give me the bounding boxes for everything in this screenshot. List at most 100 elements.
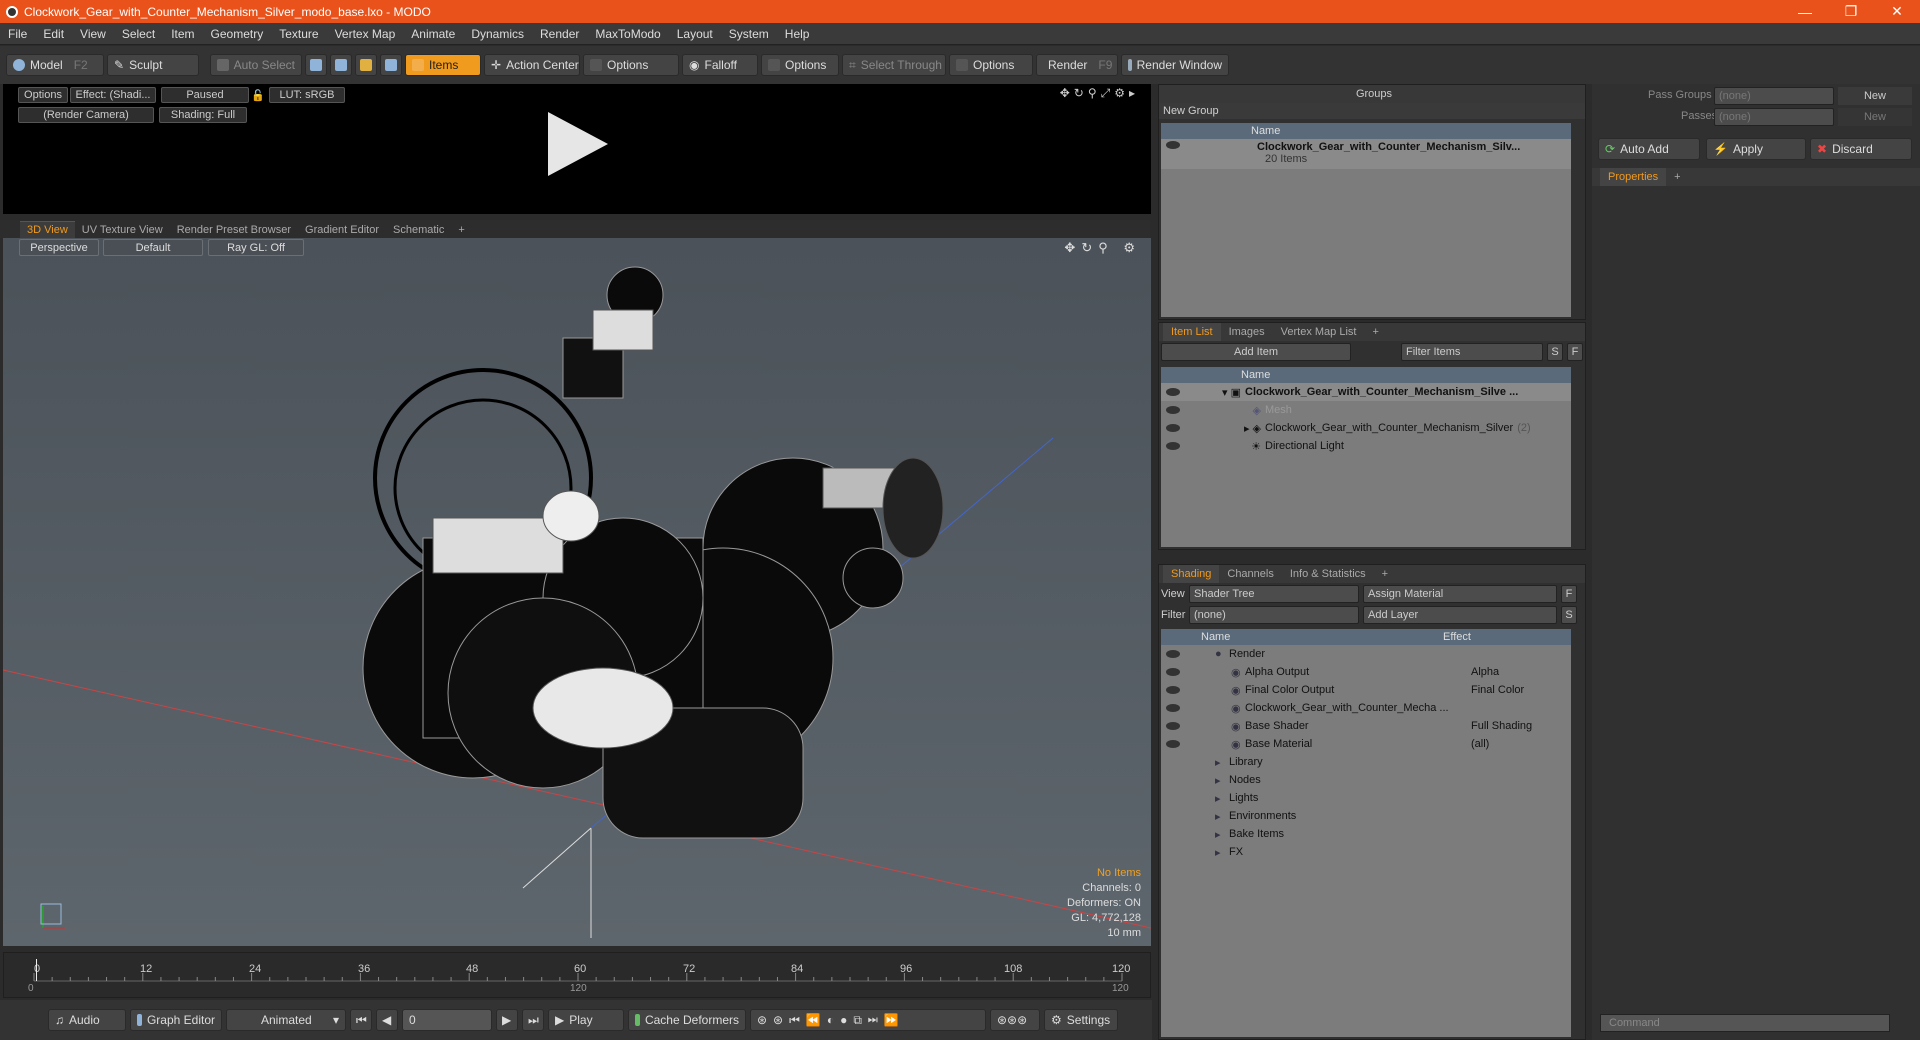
filter-s-button[interactable]: S: [1547, 343, 1563, 361]
list-item[interactable]: ▾ ▣ Clockwork_Gear_with_Counter_Mechanism…: [1161, 383, 1571, 401]
menu-animate[interactable]: Animate: [403, 27, 463, 41]
visibility-eye-icon[interactable]: [1166, 388, 1180, 396]
render-window-button[interactable]: Render Window: [1121, 54, 1229, 76]
visibility-eye-icon[interactable]: [1166, 722, 1180, 730]
menu-system[interactable]: System: [721, 27, 777, 41]
polygons-mode-button[interactable]: [355, 54, 377, 76]
expand-arrow-icon[interactable]: ▾ ▣: [1185, 386, 1245, 399]
play-button[interactable]: ▶ Play: [548, 1009, 624, 1031]
motion-tools-button[interactable]: ⊛⊛⊛: [990, 1009, 1040, 1031]
menu-view[interactable]: View: [72, 27, 114, 41]
next-frame-button[interactable]: ▶: [496, 1009, 518, 1031]
tab-render-preset-browser[interactable]: Render Preset Browser: [170, 221, 298, 238]
playhead[interactable]: [36, 959, 37, 981]
visibility-eye-icon[interactable]: [1166, 704, 1180, 712]
pass-groups-dropdown[interactable]: (none): [1714, 87, 1834, 105]
maximize-button[interactable]: ❐: [1828, 0, 1874, 23]
new-pass-group-button[interactable]: New: [1838, 87, 1912, 105]
tab-shading[interactable]: Shading: [1163, 565, 1220, 583]
action-center-options-button[interactable]: Options: [583, 54, 679, 76]
tab-properties[interactable]: Properties: [1600, 168, 1667, 186]
menu-geometry[interactable]: Geometry: [203, 27, 272, 41]
visibility-eye-icon[interactable]: [1166, 650, 1180, 658]
items-mode-button[interactable]: Items: [405, 54, 481, 76]
render-view-controls[interactable]: ✥↻⚲⤢⚙▸: [1060, 86, 1139, 101]
select-through-options-button[interactable]: Options: [949, 54, 1033, 76]
shader-tree-row[interactable]: ◉ Clockwork_Gear_with_Counter_Mecha ...: [1161, 699, 1571, 717]
shader-tree-row[interactable]: ▸ Bake Items: [1161, 825, 1571, 843]
visibility-eye-icon[interactable]: [1166, 668, 1180, 676]
render-button[interactable]: Render F9: [1036, 54, 1118, 76]
timeline[interactable]: 0 12 24 36 48 60 72 84 96 108 120 0 120 …: [3, 952, 1151, 998]
menu-maxtomodo[interactable]: MaxToModo: [587, 27, 668, 41]
passes-dropdown[interactable]: (none): [1714, 108, 1834, 126]
tab-item-list[interactable]: Item List: [1163, 323, 1221, 341]
group-row[interactable]: Clockwork_Gear_with_Counter_Mechanism_Si…: [1161, 139, 1571, 169]
assign-material-button[interactable]: Assign Material: [1363, 584, 1557, 603]
expand-arrow-icon[interactable]: ▸ ◈: [1185, 422, 1265, 435]
add-tab-button[interactable]: +: [451, 221, 471, 238]
command-input[interactable]: Command: [1600, 1014, 1890, 1032]
materials-mode-button[interactable]: [380, 54, 402, 76]
close-button[interactable]: ✕: [1874, 0, 1920, 23]
list-item[interactable]: ▸ ◈ Clockwork_Gear_with_Counter_Mechanism…: [1161, 419, 1571, 437]
minimize-button[interactable]: —: [1782, 0, 1828, 23]
shader-tree-row[interactable]: ▸ Lights: [1161, 789, 1571, 807]
tab-images[interactable]: Images: [1221, 323, 1273, 341]
list-item[interactable]: ☀ Directional Light: [1161, 437, 1571, 455]
falloff-button[interactable]: ◉ Falloff: [682, 54, 758, 76]
paused-button[interactable]: Paused: [161, 87, 249, 103]
auto-select-button[interactable]: Auto Select: [210, 54, 302, 76]
prev-frame-button[interactable]: ◀: [376, 1009, 398, 1031]
shader-tree-row[interactable]: ◉ Final Color Output Final Color: [1161, 681, 1571, 699]
menu-dynamics[interactable]: Dynamics: [463, 27, 532, 41]
tab-gradient-editor[interactable]: Gradient Editor: [298, 221, 386, 238]
action-center-button[interactable]: ✛ Action Center: [484, 54, 580, 76]
3d-viewport[interactable]: Perspective Default Ray GL: Off ✥↻⚲ ⚙ No…: [3, 238, 1151, 946]
layer-effect[interactable]: (all): [1471, 738, 1489, 750]
edges-mode-button[interactable]: [330, 54, 352, 76]
new-pass-button[interactable]: New: [1838, 108, 1912, 126]
filter-dropdown[interactable]: (none): [1189, 605, 1359, 624]
vertices-mode-button[interactable]: [305, 54, 327, 76]
shader-tree-row[interactable]: ◉ Alpha Output Alpha: [1161, 663, 1571, 681]
filter-f-button[interactable]: F: [1567, 343, 1583, 361]
visibility-eye-icon[interactable]: [1166, 442, 1180, 450]
select-through-button[interactable]: ⌗ Select Through: [842, 54, 946, 76]
render-camera-dropdown[interactable]: (Render Camera): [18, 107, 154, 123]
shading-f-button[interactable]: F: [1561, 584, 1577, 603]
animated-dropdown[interactable]: Animated ▾: [226, 1009, 346, 1031]
add-layer-dropdown[interactable]: Add Layer: [1363, 605, 1557, 624]
shader-tree-row[interactable]: ● Render: [1161, 645, 1571, 663]
menu-item[interactable]: Item: [163, 27, 202, 41]
cache-deformers-button[interactable]: Cache Deformers: [628, 1009, 746, 1031]
shader-tree-row[interactable]: ◉ Base Shader Full Shading: [1161, 717, 1571, 735]
lock-icon[interactable]: 🔓: [251, 87, 265, 103]
discard-button[interactable]: ✖ Discard: [1810, 138, 1912, 160]
new-group-button[interactable]: New Group: [1159, 103, 1585, 119]
tab-vertex-map-list[interactable]: Vertex Map List: [1273, 323, 1365, 341]
apply-button[interactable]: ⚡ Apply: [1706, 138, 1806, 160]
add-tab-button[interactable]: +: [1364, 323, 1386, 341]
menu-texture[interactable]: Texture: [271, 27, 326, 41]
shader-tree-dropdown[interactable]: Shader Tree: [1189, 584, 1359, 603]
shader-tree-row[interactable]: ▸ Nodes: [1161, 771, 1571, 789]
shader-tree-row[interactable]: ▸ Environments: [1161, 807, 1571, 825]
visibility-eye-icon[interactable]: [1166, 141, 1180, 149]
shading-s-button[interactable]: S: [1561, 605, 1577, 624]
visibility-eye-icon[interactable]: [1166, 740, 1180, 748]
menu-vertex-map[interactable]: Vertex Map: [327, 27, 404, 41]
shader-tree-row[interactable]: ◉ Base Material (all): [1161, 735, 1571, 753]
menu-edit[interactable]: Edit: [35, 27, 72, 41]
filter-items-input[interactable]: Filter Items: [1401, 343, 1543, 361]
audio-button[interactable]: ♫ Audio: [48, 1009, 126, 1031]
visibility-eye-icon[interactable]: [1166, 406, 1180, 414]
sculpt-mode-button[interactable]: ✎ Sculpt: [107, 54, 199, 76]
model-mode-button[interactable]: Model F2: [6, 54, 104, 76]
shading-dropdown[interactable]: Shading: Full: [159, 107, 247, 123]
lut-dropdown[interactable]: LUT: sRGB: [269, 87, 345, 103]
graph-editor-button[interactable]: Graph Editor: [130, 1009, 222, 1031]
menu-render[interactable]: Render: [532, 27, 587, 41]
layer-effect[interactable]: Alpha: [1471, 666, 1499, 678]
tab-schematic[interactable]: Schematic: [386, 221, 451, 238]
